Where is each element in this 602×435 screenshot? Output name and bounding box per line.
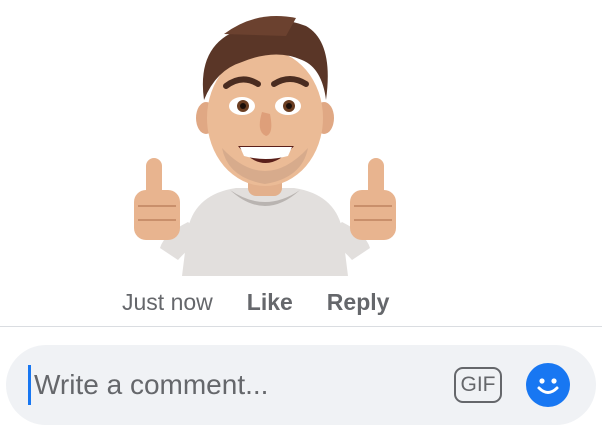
smiley-icon: [537, 378, 559, 394]
like-button[interactable]: Like: [247, 289, 293, 316]
comment-actions-row: Just now Like Reply: [122, 286, 389, 318]
comment-timestamp: Just now: [122, 288, 213, 315]
gif-button[interactable]: GIF: [454, 367, 502, 403]
divider: [0, 326, 602, 327]
comment-composer[interactable]: Write a comment... GIF: [6, 345, 596, 425]
text-cursor: [28, 365, 31, 405]
comment-input-placeholder[interactable]: Write a comment...: [34, 366, 268, 404]
avatar-thumbs-up-sticker: [126, 8, 404, 276]
avatar-sticker-image: [134, 16, 396, 276]
emoji-button[interactable]: [526, 363, 570, 407]
reply-button[interactable]: Reply: [327, 289, 390, 316]
